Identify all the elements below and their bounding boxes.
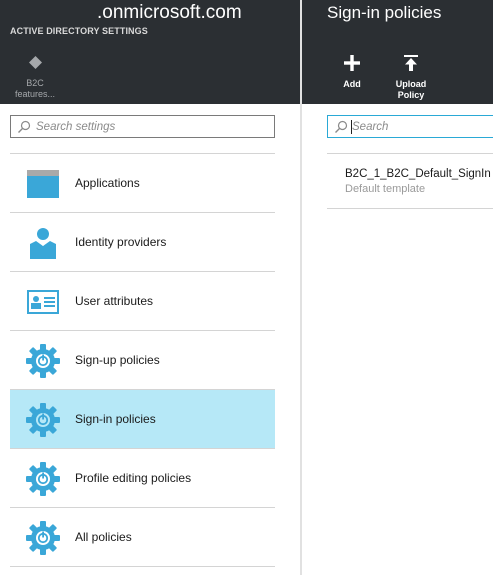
b2c-features-button[interactable]: B2C features...	[8, 56, 62, 100]
policy-list-item[interactable]: B2C_1_B2C_Default_SignIn Default templat…	[327, 154, 493, 209]
settings-item-label: User attributes	[75, 294, 154, 308]
upload-icon	[404, 55, 418, 71]
settings-item-label: Profile editing policies	[75, 471, 192, 485]
settings-item-label: Identity providers	[75, 235, 167, 249]
policy-gear-icon	[26, 462, 60, 496]
settings-item-label: Applications	[75, 176, 140, 190]
add-label: Add	[343, 79, 361, 89]
applications-icon	[27, 170, 59, 198]
search-icon	[335, 120, 348, 133]
upload-label-line2: Policy	[397, 90, 425, 100]
user-attributes-icon	[27, 290, 59, 314]
b2c-features-label-line2: features...	[14, 89, 56, 99]
settings-item-all-policies[interactable]: All policies	[10, 508, 275, 567]
upload-policy-button[interactable]: Upload Policy	[387, 54, 435, 101]
settings-item-profile-editing-policies[interactable]: Profile editing policies	[10, 449, 275, 508]
settings-item-user-attributes[interactable]: User attributes	[10, 272, 275, 331]
settings-item-label: Sign-up policies	[75, 353, 160, 367]
settings-item-applications[interactable]: Applications	[10, 154, 275, 213]
settings-item-label: All policies	[75, 530, 132, 544]
search-settings-box[interactable]	[10, 115, 275, 138]
policy-name: B2C_1_B2C_Default_SignIn	[345, 168, 491, 180]
settings-item-sign-up-policies[interactable]: Sign-up policies	[10, 331, 275, 390]
b2c-features-label-line1: B2C	[26, 78, 44, 88]
policy-gear-icon	[26, 521, 60, 555]
plus-icon	[344, 55, 360, 71]
settings-blade: .onmicrosoft.com ACTIVE DIRECTORY SETTIN…	[0, 0, 300, 575]
upload-label-line1: Upload	[395, 79, 427, 89]
policy-description: Default template	[345, 183, 426, 195]
blade-subtitle: ACTIVE DIRECTORY SETTINGS	[10, 26, 148, 36]
settings-item-identity-providers[interactable]: Identity providers	[10, 213, 275, 272]
add-button[interactable]: Add	[336, 54, 368, 90]
settings-item-label: Sign-in policies	[75, 412, 156, 426]
settings-blade-header: .onmicrosoft.com ACTIVE DIRECTORY SETTIN…	[0, 0, 300, 104]
search-policies-box[interactable]	[327, 115, 493, 138]
identity-providers-icon	[30, 228, 56, 259]
diamond-icon	[28, 56, 42, 69]
policy-list: B2C_1_B2C_Default_SignIn Default templat…	[327, 153, 493, 209]
settings-item-sign-in-policies[interactable]: Sign-in policies	[10, 390, 275, 449]
sign-in-policies-blade-header: Sign-in policies Add Upload Policy	[302, 0, 493, 104]
settings-list: Applications Identity providers User att…	[10, 153, 275, 567]
policy-gear-icon	[26, 403, 60, 437]
search-settings-input[interactable]	[36, 118, 271, 135]
search-policies-input[interactable]	[352, 118, 492, 135]
blade-title: .onmicrosoft.com	[97, 2, 242, 23]
policy-gear-icon	[26, 344, 60, 378]
blade-title: Sign-in policies	[327, 3, 442, 22]
search-icon	[18, 120, 31, 133]
sign-in-policies-blade: Sign-in policies Add Upload Policy B2	[302, 0, 493, 575]
